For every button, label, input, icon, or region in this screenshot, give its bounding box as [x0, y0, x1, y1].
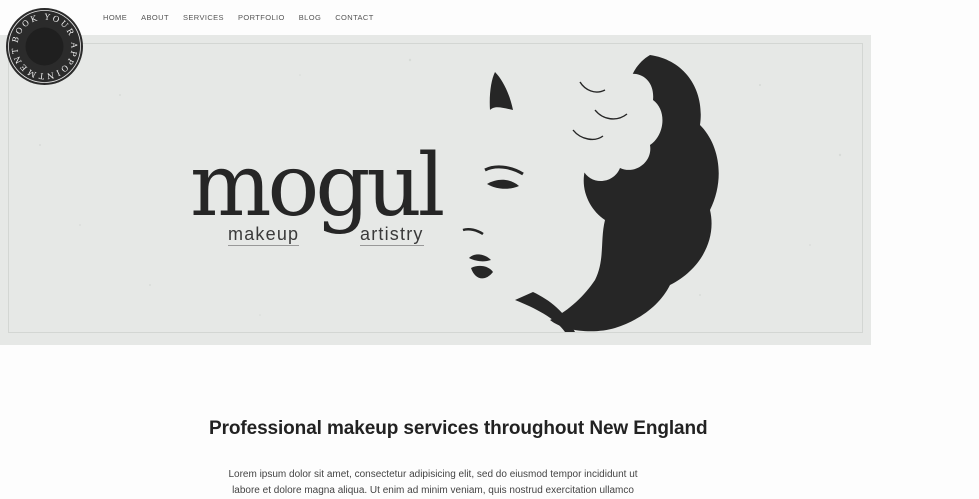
- hero-banner: mogul makeup artistry: [0, 35, 871, 345]
- logo-subtitle-makeup: makeup: [228, 224, 300, 246]
- nav-services[interactable]: SERVICES: [183, 12, 224, 24]
- book-appointment-badge[interactable]: BOOK YOUR APPOINTMENT: [5, 7, 84, 86]
- nav-about[interactable]: ABOUT: [141, 12, 169, 24]
- nav-portfolio[interactable]: PORTFOLIO: [238, 12, 285, 24]
- nav-home[interactable]: HOME: [103, 12, 127, 24]
- page-headline: Professional makeup services throughout …: [209, 417, 708, 439]
- main-nav: HOME ABOUT SERVICES PORTFOLIO BLOG CONTA…: [103, 12, 388, 24]
- logo-wordmark: mogul: [190, 136, 445, 236]
- nav-contact[interactable]: CONTACT: [335, 12, 374, 24]
- logo-subtitle-artistry: artistry: [360, 224, 424, 246]
- intro-paragraph: Lorem ipsum dolor sit amet, consectetur …: [228, 469, 638, 496]
- circular-badge-icon: BOOK YOUR APPOINTMENT: [6, 8, 83, 85]
- nav-blog[interactable]: BLOG: [299, 12, 321, 24]
- woman-silhouette-illustration: [462, 55, 719, 332]
